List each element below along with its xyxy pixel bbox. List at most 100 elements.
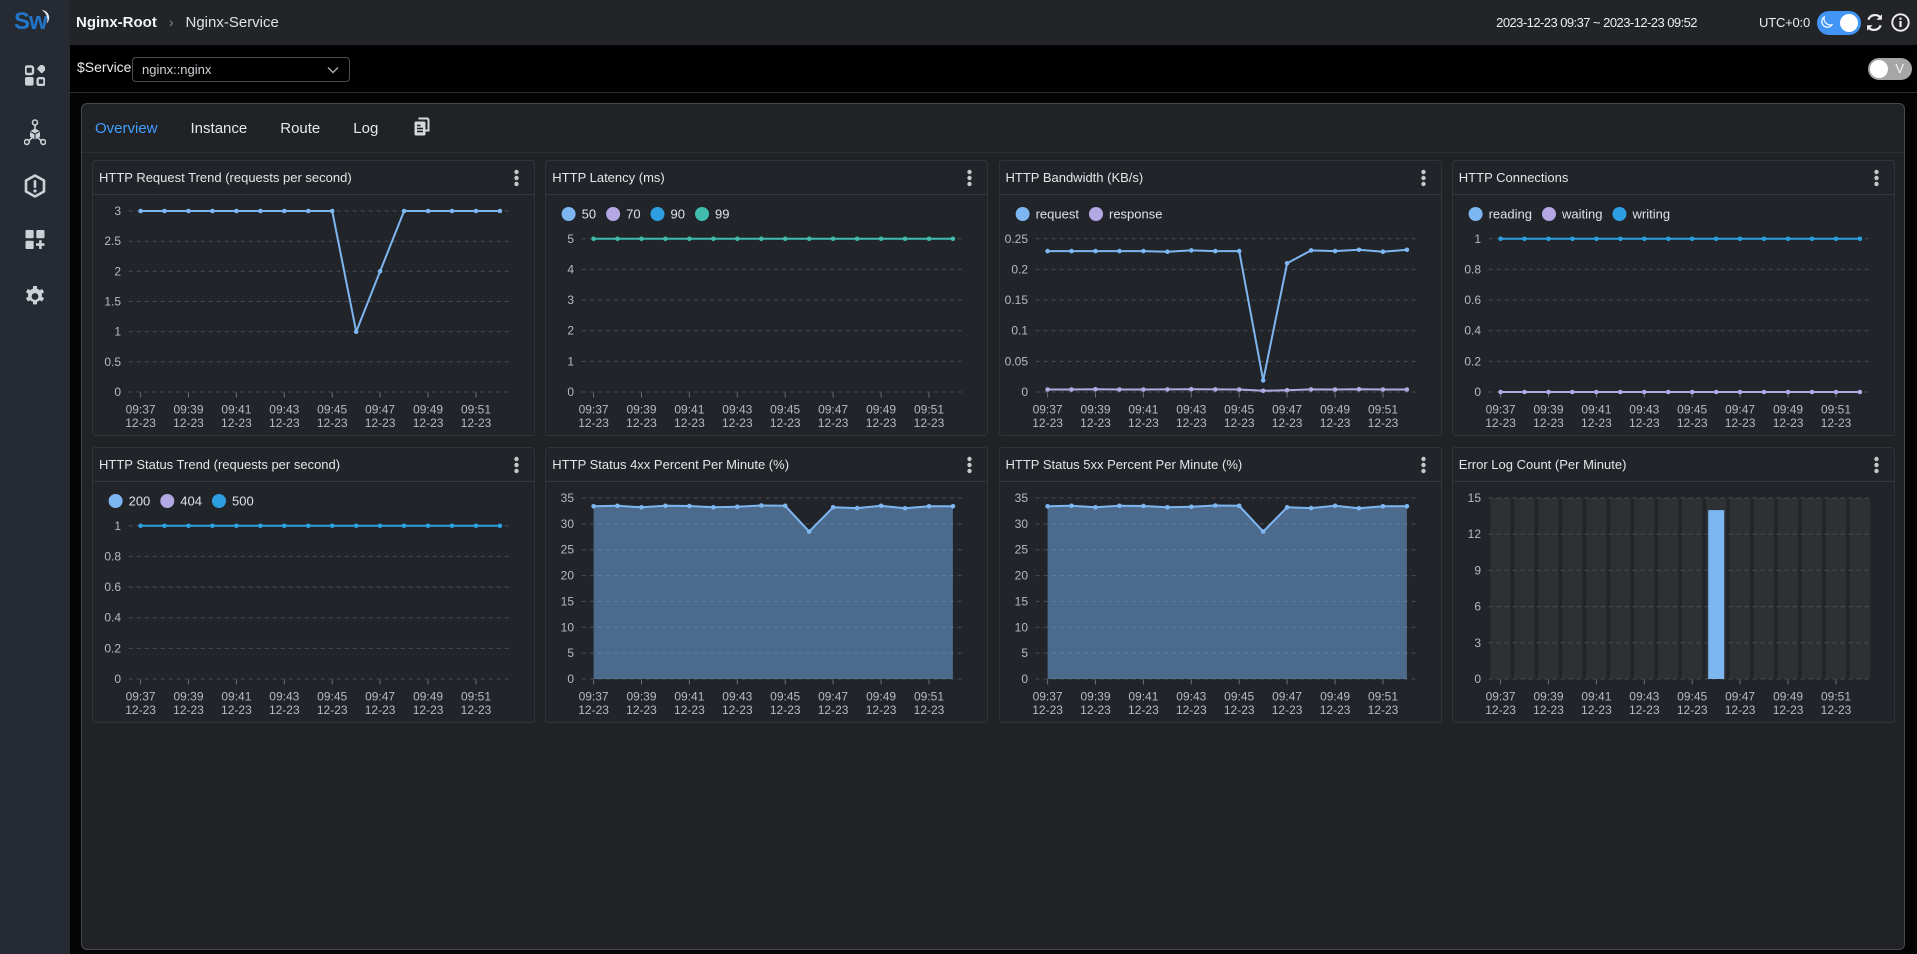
svg-text:12-23: 12-23 (1271, 703, 1302, 717)
svg-text:12-23: 12-23 (914, 416, 945, 430)
svg-text:35: 35 (1014, 491, 1028, 505)
svg-text:09:41: 09:41 (675, 689, 705, 703)
svg-text:12-23: 12-23 (770, 416, 801, 430)
svg-text:09:37: 09:37 (1485, 689, 1515, 703)
svg-text:12-23: 12-23 (1677, 416, 1708, 430)
svg-text:12-23: 12-23 (1367, 703, 1398, 717)
svg-text:12-23: 12-23 (770, 703, 801, 717)
svg-text:1.5: 1.5 (104, 295, 121, 309)
svg-text:09:41: 09:41 (1128, 689, 1158, 703)
svg-text:09:41: 09:41 (1581, 403, 1611, 417)
svg-text:35: 35 (561, 491, 575, 505)
svg-text:0.2: 0.2 (1464, 354, 1481, 368)
svg-text:12-23: 12-23 (1820, 416, 1851, 430)
svg-text:09:45: 09:45 (317, 403, 347, 417)
svg-text:09:41: 09:41 (1581, 689, 1611, 703)
svg-text:12-23: 12-23 (1725, 416, 1756, 430)
svg-text:09:39: 09:39 (1533, 689, 1563, 703)
svg-text:9: 9 (1474, 563, 1481, 577)
svg-text:0.2: 0.2 (1011, 262, 1028, 276)
svg-text:09:47: 09:47 (365, 403, 395, 417)
svg-text:12-23: 12-23 (221, 416, 252, 430)
svg-text:3: 3 (568, 293, 575, 307)
svg-text:09:43: 09:43 (1176, 403, 1206, 417)
svg-text:1: 1 (114, 519, 121, 533)
svg-text:2: 2 (114, 264, 121, 278)
svg-text:50: 50 (582, 207, 596, 222)
svg-text:12-23: 12-23 (1032, 703, 1063, 717)
svg-text:12-23: 12-23 (1175, 416, 1206, 430)
svg-text:12-23: 12-23 (1533, 416, 1564, 430)
svg-text:09:43: 09:43 (1176, 689, 1206, 703)
svg-text:09:45: 09:45 (1224, 689, 1254, 703)
svg-text:12-23: 12-23 (461, 416, 492, 430)
svg-text:12-23: 12-23 (1319, 416, 1350, 430)
svg-text:12-23: 12-23 (1581, 703, 1612, 717)
svg-text:12-23: 12-23 (125, 703, 156, 717)
svg-text:09:37: 09:37 (126, 403, 156, 417)
svg-text:0: 0 (114, 672, 121, 686)
svg-text:12-23: 12-23 (1725, 703, 1756, 717)
svg-text:2.5: 2.5 (104, 234, 121, 248)
svg-text:20: 20 (1014, 568, 1028, 582)
svg-text:15: 15 (1467, 491, 1481, 505)
svg-text:09:43: 09:43 (1629, 689, 1659, 703)
svg-text:12-23: 12-23 (317, 416, 348, 430)
svg-text:0: 0 (1474, 385, 1481, 399)
svg-text:12-23: 12-23 (317, 703, 348, 717)
svg-text:12-23: 12-23 (365, 703, 396, 717)
svg-text:404: 404 (180, 493, 202, 508)
svg-text:15: 15 (1014, 594, 1028, 608)
svg-text:0.4: 0.4 (1464, 324, 1481, 338)
svg-text:09:39: 09:39 (1080, 403, 1110, 417)
svg-text:09:51: 09:51 (914, 689, 944, 703)
svg-text:0: 0 (1021, 385, 1028, 399)
svg-text:70: 70 (626, 207, 640, 222)
svg-text:0.05: 0.05 (1004, 354, 1028, 368)
svg-text:12-23: 12-23 (626, 416, 657, 430)
svg-text:09:49: 09:49 (1320, 689, 1350, 703)
svg-text:09:45: 09:45 (1224, 403, 1254, 417)
svg-text:12-23: 12-23 (1773, 416, 1804, 430)
svg-text:09:45: 09:45 (317, 689, 347, 703)
svg-text:12-23: 12-23 (1367, 416, 1398, 430)
svg-text:09:37: 09:37 (126, 689, 156, 703)
svg-text:12: 12 (1467, 527, 1481, 541)
svg-text:12-23: 12-23 (173, 703, 204, 717)
svg-text:12-23: 12-23 (1581, 416, 1612, 430)
svg-text:12-23: 12-23 (579, 416, 610, 430)
svg-text:3: 3 (1474, 636, 1481, 650)
svg-text:09:47: 09:47 (1272, 689, 1302, 703)
svg-text:09:45: 09:45 (770, 689, 800, 703)
svg-text:12-23: 12-23 (1175, 703, 1206, 717)
svg-text:5: 5 (568, 646, 575, 660)
svg-text:12-23: 12-23 (1080, 703, 1111, 717)
svg-text:09:49: 09:49 (1773, 689, 1803, 703)
svg-text:09:37: 09:37 (1485, 403, 1515, 417)
svg-text:12-23: 12-23 (221, 703, 252, 717)
svg-text:12-23: 12-23 (674, 703, 705, 717)
svg-text:09:51: 09:51 (914, 403, 944, 417)
svg-text:200: 200 (129, 493, 151, 508)
svg-text:09:49: 09:49 (1320, 403, 1350, 417)
svg-text:09:45: 09:45 (770, 403, 800, 417)
svg-text:writing: writing (1631, 207, 1670, 222)
svg-text:5: 5 (568, 232, 575, 246)
svg-text:12-23: 12-23 (1629, 416, 1660, 430)
svg-text:12-23: 12-23 (722, 416, 753, 430)
svg-text:90: 90 (671, 207, 685, 222)
svg-text:12-23: 12-23 (269, 703, 300, 717)
svg-text:99: 99 (715, 207, 729, 222)
svg-text:response: response (1109, 207, 1162, 222)
svg-text:09:43: 09:43 (723, 403, 753, 417)
svg-text:12-23: 12-23 (365, 416, 396, 430)
svg-text:12-23: 12-23 (413, 703, 444, 717)
svg-text:09:49: 09:49 (866, 689, 896, 703)
svg-text:09:43: 09:43 (1629, 403, 1659, 417)
svg-text:12-23: 12-23 (1032, 416, 1063, 430)
svg-text:09:47: 09:47 (1725, 403, 1755, 417)
svg-text:0: 0 (568, 385, 575, 399)
svg-text:0: 0 (1021, 672, 1028, 686)
svg-text:12-23: 12-23 (674, 416, 705, 430)
svg-text:12-23: 12-23 (413, 416, 444, 430)
